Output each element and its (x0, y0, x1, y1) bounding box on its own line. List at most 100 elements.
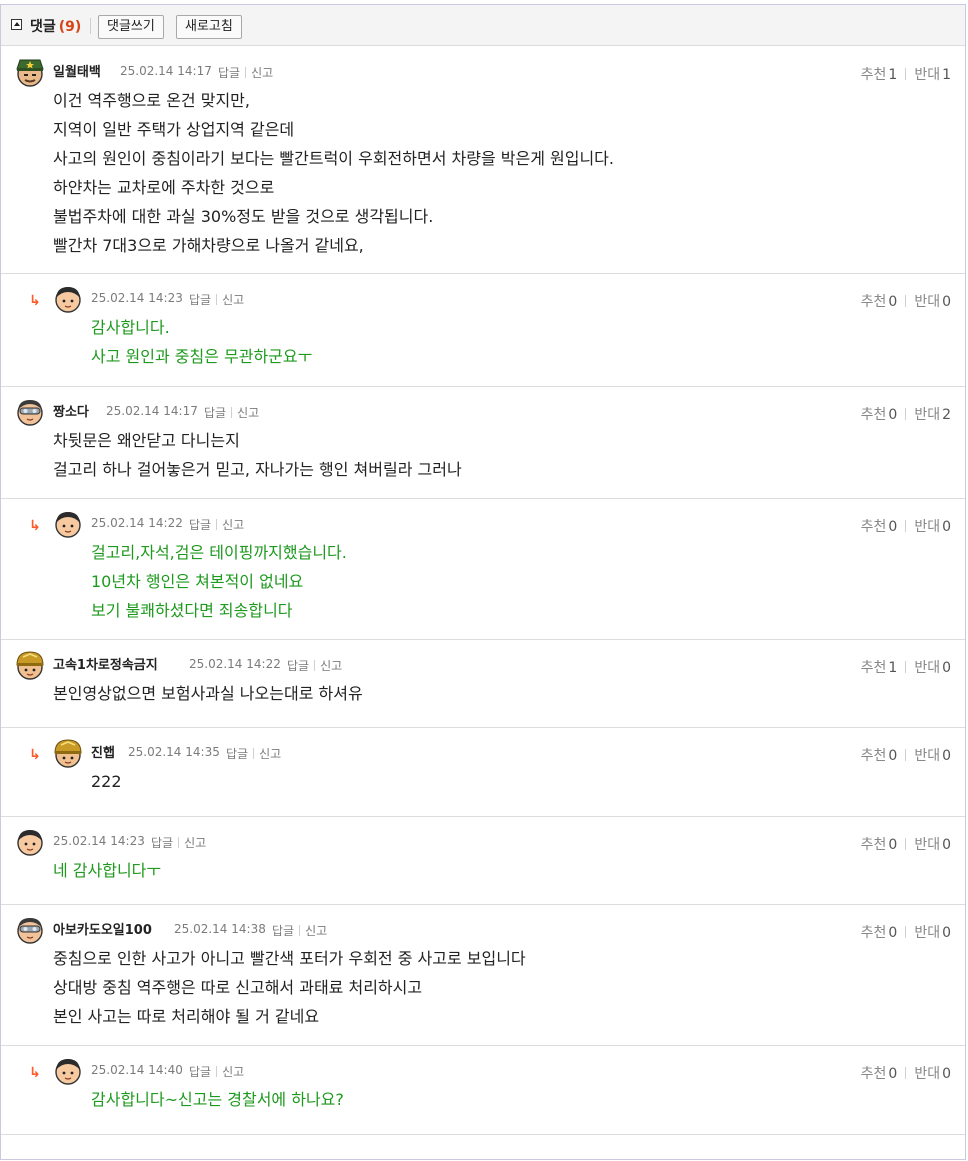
collapse-icon[interactable] (11, 19, 22, 30)
face-avatar[interactable] (53, 284, 83, 314)
reply-link[interactable]: 답글 (189, 1065, 211, 1079)
dislike-count: 0 (942, 748, 951, 764)
vote-box: 추천 1 반대 1 (861, 64, 951, 84)
like-button[interactable]: 추천 1 (861, 660, 898, 676)
comment-timestamp: 25.02.14 14:23 (91, 291, 183, 305)
dislike-count: 0 (942, 519, 951, 535)
face-avatar[interactable] (15, 827, 45, 857)
like-button[interactable]: 추천 0 (861, 519, 898, 535)
comment-line: 감사합니다~신고는 경찰서에 하나요? (91, 1090, 344, 1109)
reply-link[interactable]: 답글 (287, 659, 309, 673)
comment-actions: 답글 신고 (189, 291, 244, 308)
comment-line: 사고의 원인이 중침이라기 보다는 빨간트럭이 우회전하면서 차량을 박은게 원… (53, 149, 614, 168)
dislike-button[interactable]: 반대 0 (914, 1066, 951, 1082)
comment-header: 댓글 (9) 댓글쓰기 새로고침 (1, 5, 965, 46)
like-button[interactable]: 추천 0 (861, 294, 898, 310)
comment-body: 중침으로 인한 사고가 아니고 빨간색 포터가 우회전 중 사고로 보입니다 상대… (53, 944, 526, 1031)
report-link[interactable]: 신고 (320, 659, 342, 673)
like-button[interactable]: 추천 0 (861, 748, 898, 764)
report-link[interactable]: 신고 (259, 747, 281, 761)
like-label: 추천 (860, 925, 887, 941)
soldier-avatar[interactable] (15, 57, 45, 87)
comment-section: 댓글 (9) 댓글쓰기 새로고침 일월태백 25.02.14 14:17 답글 신고 추천… (0, 4, 966, 1160)
report-link[interactable]: 신고 (222, 293, 244, 307)
report-link[interactable]: 신고 (184, 836, 206, 850)
vote-box: 추천 0 반대 0 (861, 745, 951, 765)
like-count: 1 (888, 67, 898, 83)
dislike-button[interactable]: 반대 0 (914, 519, 951, 535)
like-count: 0 (888, 748, 898, 764)
dislike-button[interactable]: 반대 0 (914, 660, 951, 676)
dislike-count: 0 (942, 925, 951, 941)
comment-actions: 답글 신고 (189, 516, 244, 533)
vote-divider (905, 661, 907, 673)
comment-author[interactable]: 아보카도오일100 (53, 919, 152, 938)
helmet-avatar[interactable] (53, 738, 83, 768)
comment-count: (9) (58, 19, 82, 35)
like-count: 0 (888, 837, 898, 853)
report-link[interactable]: 신고 (222, 518, 244, 532)
goggles-avatar[interactable] (15, 915, 45, 945)
vote-box: 추천 0 반대 0 (861, 834, 951, 854)
action-divider (245, 67, 247, 78)
like-button[interactable]: 추천 0 (861, 837, 898, 853)
vote-box: 추천 0 반대 2 (861, 404, 951, 424)
dislike-button[interactable]: 반대 0 (914, 748, 951, 764)
comment-body: 차뒷문은 왜안닫고 다니는지 걸고리 하나 걸어놓은거 믿고, 자나가는 행인 쳐… (53, 426, 462, 484)
dislike-button[interactable]: 반대 0 (914, 925, 951, 941)
comment-author[interactable]: 일월태백 (53, 61, 101, 80)
comment-line: 걸고리 하나 걸어놓은거 믿고, 자나가는 행인 쳐버릴라 그러나 (53, 460, 462, 479)
comment-line: 본인 사고는 따로 처리해야 될 거 같네요 (53, 1007, 320, 1026)
reply-item: ↳ 진햅 25.02.14 14:35 답글 신고 추천 0 반대 0 222 (1, 727, 965, 817)
vote-divider (905, 1067, 907, 1079)
comment-actions: 답글 신고 (189, 1063, 244, 1080)
comment-author[interactable]: 진햅 (91, 742, 115, 761)
like-button[interactable]: 추천 1 (861, 67, 898, 83)
reply-link[interactable]: 답글 (204, 406, 226, 420)
like-count: 0 (888, 294, 898, 310)
write-comment-button[interactable]: 댓글쓰기 (98, 15, 164, 39)
comment-item: 일월태백 25.02.14 14:17 답글 신고 추천 1 반대 1 이건 역주행으로 온건 … (1, 46, 965, 274)
reply-link[interactable]: 답글 (218, 66, 240, 80)
like-button[interactable]: 추천 0 (861, 407, 898, 423)
like-button[interactable]: 추천 0 (861, 925, 898, 941)
like-label: 추천 (860, 1066, 887, 1082)
face-avatar[interactable] (53, 509, 83, 539)
reply-link[interactable]: 답글 (189, 518, 211, 532)
helmet-avatar[interactable] (15, 650, 45, 680)
report-link[interactable]: 신고 (251, 66, 273, 80)
dislike-count: 1 (942, 67, 951, 83)
comment-author[interactable]: 짱소다 (53, 401, 89, 420)
dislike-label: 반대 (914, 837, 941, 853)
action-divider (299, 925, 301, 936)
dislike-button[interactable]: 반대 1 (914, 67, 951, 83)
like-label: 추천 (860, 294, 887, 310)
goggles-avatar[interactable] (15, 397, 45, 427)
like-count: 0 (888, 407, 898, 423)
reply-link[interactable]: 답글 (189, 293, 211, 307)
report-link[interactable]: 신고 (305, 924, 327, 938)
reply-link[interactable]: 답글 (151, 836, 173, 850)
comment-timestamp: 25.02.14 14:22 (91, 516, 183, 530)
reply-arrow-icon: ↳ (29, 293, 41, 309)
reply-link[interactable]: 답글 (272, 924, 294, 938)
dislike-button[interactable]: 반대 0 (914, 837, 951, 853)
face-avatar[interactable] (53, 1056, 83, 1086)
comment-title: 댓글 (9) (30, 16, 81, 36)
comment-author[interactable]: 고속1차로정속금지 (53, 654, 158, 673)
vote-divider (905, 520, 907, 532)
like-label: 추천 (860, 407, 887, 423)
like-button[interactable]: 추천 0 (861, 1066, 898, 1082)
vote-divider (905, 68, 907, 80)
reply-arrow-icon: ↳ (29, 518, 41, 534)
dislike-button[interactable]: 반대 2 (914, 407, 951, 423)
dislike-button[interactable]: 반대 0 (914, 294, 951, 310)
reply-link[interactable]: 답글 (226, 747, 248, 761)
comment-item: 25.02.14 14:23 답글 신고 추천 0 반대 0 네 감사합니다ㅜ (1, 816, 965, 905)
refresh-button[interactable]: 새로고침 (176, 15, 242, 39)
report-link[interactable]: 신고 (237, 406, 259, 420)
dislike-count: 0 (942, 660, 951, 676)
reply-arrow-icon: ↳ (29, 1065, 41, 1081)
dislike-label: 반대 (914, 660, 941, 676)
report-link[interactable]: 신고 (222, 1065, 244, 1079)
